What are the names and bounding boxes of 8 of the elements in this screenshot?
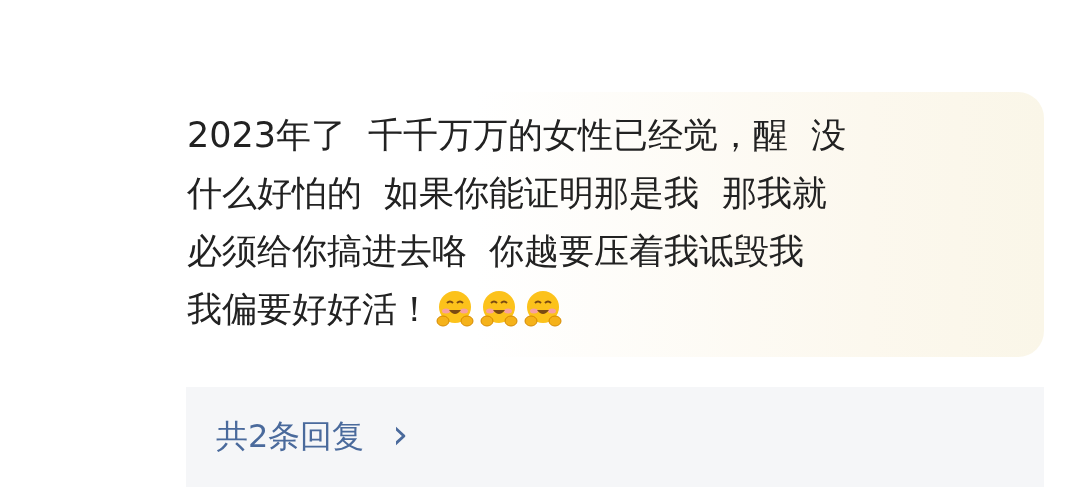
hugging-emoji-icon xyxy=(522,288,564,330)
hugging-emoji-icon xyxy=(434,288,476,330)
view-replies-button[interactable]: 共2条回复 › xyxy=(186,387,1044,487)
comment-text: 我偏要好好活！ xyxy=(187,288,432,331)
comment-text: 2023年了 千千万万的女性已经觉，醒 没 xyxy=(187,114,846,157)
comment-text: 必须给你搞进去咯 你越要压着我诋毁我 xyxy=(187,230,805,273)
hugging-emoji-icon xyxy=(478,288,520,330)
comment-text: 什么好怕的 如果你能证明那是我 那我就 xyxy=(187,172,827,215)
